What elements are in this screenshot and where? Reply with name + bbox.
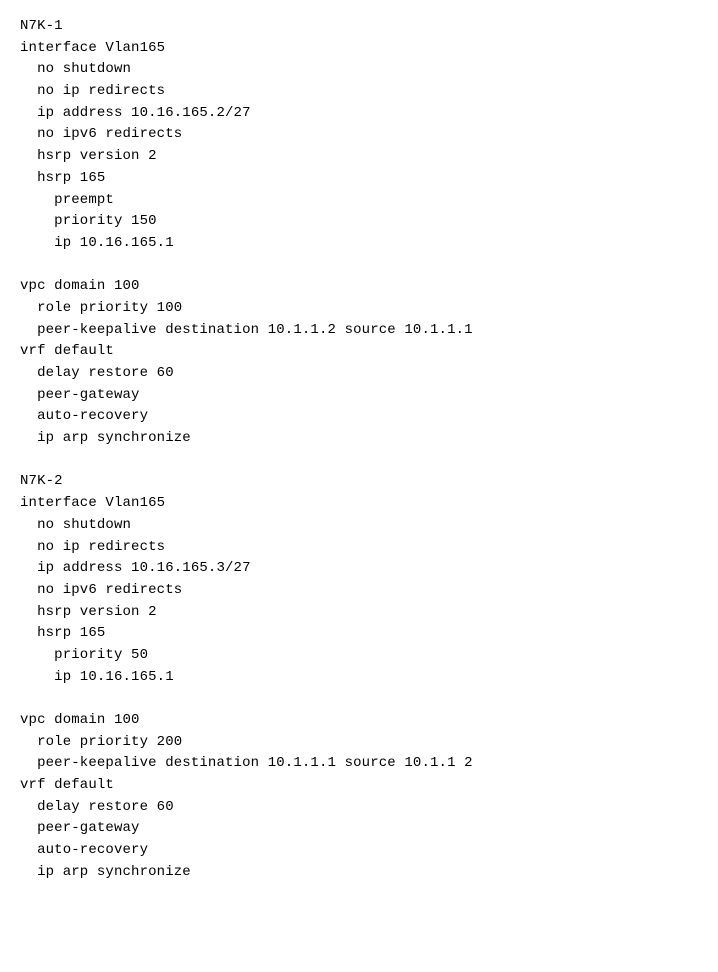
config-output: N7K-1 interface Vlan165 no shutdown no i… <box>20 16 698 884</box>
